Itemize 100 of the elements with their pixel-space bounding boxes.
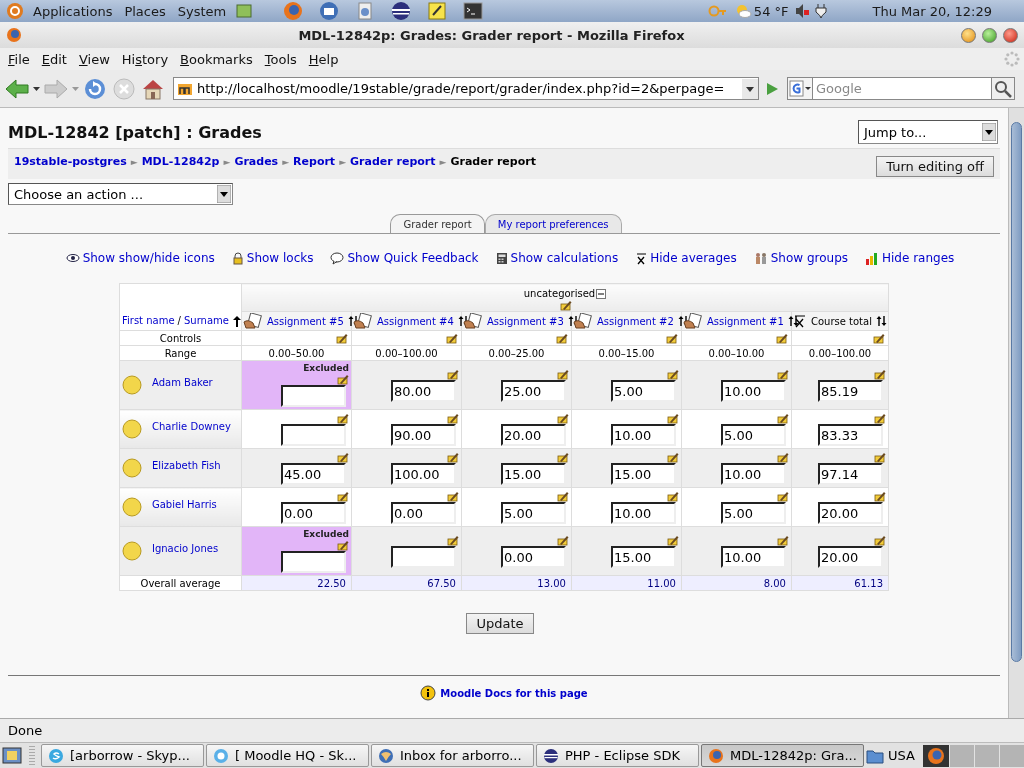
pencil-icon[interactable] <box>447 490 459 502</box>
toggle-link[interactable]: Hide ranges <box>882 251 955 265</box>
sort-icon[interactable] <box>876 315 887 327</box>
grade-input[interactable]: 5.00 <box>721 502 786 524</box>
grade-input[interactable]: 25.00 <box>501 380 566 402</box>
pencil-icon[interactable] <box>777 412 789 424</box>
grade-input[interactable]: 0.00 <box>391 502 456 524</box>
jump-menu[interactable]: Jump to... <box>858 120 998 144</box>
student-link[interactable]: Gabiel Harris <box>152 498 217 510</box>
grade-input[interactable]: 80.00 <box>391 380 456 402</box>
pencil-icon[interactable] <box>446 332 458 344</box>
grade-input[interactable]: 97.14 <box>818 463 883 485</box>
clock[interactable]: Thu Mar 20, 12:29 <box>872 3 992 19</box>
pencil-icon[interactable] <box>337 451 349 463</box>
globe-icon[interactable] <box>6 27 22 43</box>
breadcrumb-link[interactable]: Report <box>293 155 336 168</box>
grade-input[interactable]: 10.00 <box>611 424 676 446</box>
pencil-icon[interactable] <box>337 539 349 551</box>
grade-input[interactable]: 15.00 <box>611 546 676 568</box>
plug-icon[interactable] <box>814 3 827 19</box>
pencil-icon[interactable] <box>777 534 789 546</box>
menu-item[interactable]: Help <box>302 51 345 67</box>
menu-item[interactable]: Edit <box>35 51 73 67</box>
grade-input[interactable]: 45.00 <box>281 463 346 485</box>
grade-input[interactable]: 0.00 <box>501 546 566 568</box>
pencil-icon[interactable] <box>666 332 678 344</box>
mail-icon[interactable] <box>319 1 340 21</box>
pencil-icon[interactable] <box>874 412 886 424</box>
pencil-icon[interactable] <box>557 534 569 546</box>
bar-chart-icon[interactable] <box>865 251 879 265</box>
sort-icon[interactable] <box>787 315 799 327</box>
breadcrumb-link[interactable]: Grades <box>234 155 279 168</box>
action-menu[interactable]: Choose an action ... <box>8 183 233 205</box>
taskbar-button[interactable]: MDL-12842p: Gra... <box>701 744 864 767</box>
pencil-icon[interactable] <box>557 368 569 380</box>
eye-icon[interactable] <box>65 251 80 265</box>
address-field[interactable]: http://localhost/moodle/19stable/grade/report/grader/index.php?id=2&perpage= <box>173 77 759 100</box>
student-link[interactable]: Elizabeth Fish <box>152 459 221 471</box>
hand-document-icon[interactable] <box>683 313 703 329</box>
pencil-icon[interactable] <box>337 373 349 385</box>
speech-bubble-icon[interactable] <box>330 251 345 265</box>
pencil-icon[interactable] <box>447 412 459 424</box>
caret-icon[interactable] <box>33 86 40 91</box>
panel-menu[interactable]: Places <box>121 3 169 19</box>
taskbar-button[interactable]: [arborrow - Skyp... <box>41 744 204 767</box>
pencil-icon[interactable] <box>557 451 569 463</box>
grade-input[interactable]: 10.00 <box>721 463 786 485</box>
grade-input[interactable]: 10.00 <box>721 380 786 402</box>
update-button[interactable]: Update <box>466 613 534 634</box>
pencil-icon[interactable] <box>667 534 679 546</box>
scroll-thumb[interactable] <box>1011 122 1022 662</box>
pencil-icon[interactable] <box>874 534 886 546</box>
hand-document-icon[interactable] <box>243 313 263 329</box>
grade-input[interactable]: 10.00 <box>611 502 676 524</box>
reload-icon[interactable] <box>82 76 108 101</box>
pencil-icon[interactable] <box>560 299 572 311</box>
terminal-icon[interactable] <box>463 1 484 21</box>
close-button[interactable] <box>1003 27 1018 43</box>
pencil-icon[interactable] <box>667 368 679 380</box>
breadcrumb-link[interactable]: Grader report <box>350 155 436 168</box>
search-icon[interactable] <box>991 77 1015 100</box>
people-icon[interactable] <box>753 251 768 265</box>
pencil-icon[interactable] <box>777 451 789 463</box>
toggle-link[interactable]: Show locks <box>246 251 314 265</box>
desktop-icon[interactable] <box>1 744 23 767</box>
search-engine-icon[interactable] <box>787 77 813 100</box>
ubuntu-logo-icon[interactable] <box>6 2 24 20</box>
grade-input[interactable]: 100.00 <box>391 463 456 485</box>
breadcrumb-link[interactable]: MDL-12842p <box>141 155 220 168</box>
pencil-icon[interactable] <box>667 451 679 463</box>
tab[interactable]: My report preferences <box>484 214 622 233</box>
x-bar-icon[interactable] <box>635 251 648 265</box>
student-link[interactable]: Charlie Downey <box>152 420 231 432</box>
collapse-icon[interactable] <box>596 288 607 299</box>
minimize-button[interactable] <box>961 27 976 43</box>
toggle-link[interactable]: Show Quick Feedback <box>347 251 479 265</box>
grade-input[interactable]: 5.00 <box>721 424 786 446</box>
grade-input[interactable]: 20.00 <box>818 546 883 568</box>
grade-input[interactable]: 15.00 <box>611 463 676 485</box>
toggle-link[interactable]: Show calculations <box>510 251 619 265</box>
pencil-icon[interactable] <box>447 534 459 546</box>
panel-menu[interactable]: Applications <box>30 3 116 19</box>
globe-icon[interactable] <box>922 744 949 767</box>
grade-input[interactable]: 83.33 <box>818 424 883 446</box>
student-link[interactable]: Ignacio Jones <box>152 542 219 554</box>
pencil-icon[interactable] <box>337 490 349 502</box>
keyboard-layout[interactable]: USA <box>888 748 915 763</box>
panel-menu[interactable]: System <box>174 3 230 19</box>
grade-input[interactable]: 5.00 <box>501 502 566 524</box>
notepad-icon[interactable] <box>427 1 448 21</box>
pencil-icon[interactable] <box>874 451 886 463</box>
pencil-icon[interactable] <box>874 368 886 380</box>
speaker-icon[interactable] <box>794 3 809 19</box>
taskbar-button[interactable]: PHP - Eclipse SDK <box>536 744 699 767</box>
grade-input[interactable]: 20.00 <box>818 502 883 524</box>
student-link[interactable]: Adam Baker <box>152 376 213 388</box>
grade-input[interactable]: 90.00 <box>391 424 456 446</box>
toggle-link[interactable]: Hide averages <box>650 251 737 265</box>
menu-item[interactable]: Tools <box>258 51 303 67</box>
menu-item[interactable]: History <box>115 51 175 67</box>
